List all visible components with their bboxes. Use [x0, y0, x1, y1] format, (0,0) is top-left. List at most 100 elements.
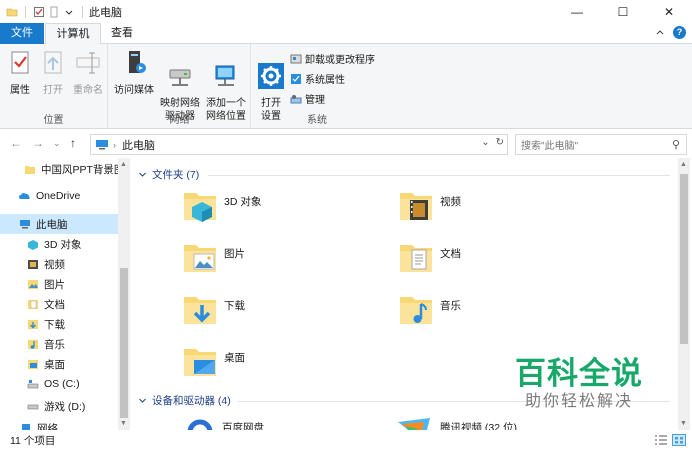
- access-media-button[interactable]: 访问媒体: [113, 48, 155, 97]
- picture-folder-icon: [184, 245, 216, 272]
- desktop-icon: [28, 359, 38, 369]
- window-title: 此电脑: [89, 6, 122, 19]
- tab-computer[interactable]: 计算机: [45, 23, 101, 45]
- nav-item-drive-d[interactable]: 游戏 (D:): [0, 396, 118, 416]
- nav-item-ppt-folder[interactable]: 中国风PPT背景图: [0, 159, 118, 179]
- media-server-icon: [129, 51, 146, 73]
- section-header-label: 设备和驱动器 (4): [152, 395, 231, 407]
- up-arrow-icon[interactable]: ↑: [70, 136, 76, 150]
- section-header-devices[interactable]: 设备和驱动器 (4): [138, 393, 231, 408]
- status-bar: 11 个项目: [0, 430, 692, 450]
- system-properties-label: 系统属性: [305, 75, 345, 86]
- new-folder-icon[interactable]: [48, 6, 60, 18]
- scrollbar-thumb[interactable]: [680, 174, 688, 344]
- maximize-button[interactable]: ☐: [600, 0, 646, 23]
- recent-locations-chevron-icon[interactable]: ⌄: [53, 138, 61, 149]
- ribbon-tabs: 文件 计算机 查看 ?: [0, 23, 692, 45]
- navigation-pane: 中国风PPT背景图 OneDrive 此电脑 3D 对象 视频 图片 文档 下载…: [0, 158, 130, 435]
- properties-button[interactable]: 属性: [4, 48, 36, 97]
- help-icon[interactable]: ?: [673, 26, 686, 39]
- watermark-subtitle: 助你轻松解决: [524, 393, 633, 410]
- system-properties-icon: [291, 73, 301, 84]
- properties-icon[interactable]: [33, 6, 45, 18]
- address-bar[interactable]: › 此电脑 ⌄ ↻: [90, 134, 508, 155]
- nav-item-downloads[interactable]: 下载: [0, 314, 118, 334]
- nav-item-videos[interactable]: 视频: [0, 254, 118, 274]
- nav-item-documents[interactable]: 文档: [0, 294, 118, 314]
- properties-label: 属性: [10, 85, 30, 96]
- scroll-down-arrow-icon[interactable]: ▼: [120, 420, 127, 427]
- window-controls: — ☐ ✕: [554, 0, 692, 23]
- rename-button[interactable]: 重命名: [70, 48, 106, 97]
- video-icon: [28, 259, 38, 269]
- nav-item-drive-c[interactable]: OS (C:): [0, 374, 118, 394]
- folder-item-label: 文档: [440, 248, 461, 260]
- search-icon[interactable]: ⚲: [672, 138, 680, 151]
- dropdown-chevron-icon[interactable]: ⌄: [481, 137, 489, 148]
- baidu-netdisk-icon: [187, 419, 213, 430]
- folder-item-downloads[interactable]: 下载: [182, 292, 245, 340]
- computer-icon: [96, 140, 108, 150]
- scroll-up-arrow-icon[interactable]: ▲: [120, 161, 127, 168]
- section-header-folders[interactable]: 文件夹 (7): [138, 167, 199, 182]
- onedrive-icon: [19, 192, 30, 199]
- desktop-folder-icon: [184, 349, 216, 376]
- watermark-title: 百科全说: [515, 356, 643, 392]
- search-box[interactable]: 搜索"此电脑" ⚲: [515, 134, 687, 155]
- watermark: 百科全说 助你轻松解决: [514, 356, 644, 412]
- minimize-button[interactable]: —: [554, 0, 600, 23]
- ribbon-right-controls: ?: [655, 26, 686, 39]
- scroll-down-arrow-icon[interactable]: ▼: [680, 420, 687, 427]
- manage-button[interactable]: 管理: [290, 91, 325, 106]
- tab-view[interactable]: 查看: [102, 23, 142, 44]
- 3d-objects-icon: [28, 239, 38, 250]
- scroll-up-arrow-icon[interactable]: ▲: [680, 161, 687, 168]
- nav-item-onedrive[interactable]: OneDrive: [0, 186, 118, 206]
- refresh-icon[interactable]: ↻: [496, 137, 504, 148]
- network-drive-icon: [169, 69, 191, 86]
- device-item-baidu-netdisk[interactable]: 百度网盘: [184, 416, 264, 430]
- nav-item-label: 音乐: [44, 338, 65, 351]
- section-divider: [208, 175, 670, 176]
- uninstall-button[interactable]: 卸载或更改程序: [290, 51, 375, 66]
- details-view-icon[interactable]: [654, 434, 668, 446]
- tab-file[interactable]: 文件: [0, 23, 44, 44]
- music-folder-icon: [400, 297, 432, 324]
- close-button[interactable]: ✕: [646, 0, 692, 23]
- network-location-icon: [215, 65, 235, 86]
- document-folder-icon: [400, 245, 432, 272]
- manage-icon: [290, 94, 302, 103]
- nav-item-music[interactable]: 音乐: [0, 334, 118, 354]
- forward-arrow-icon[interactable]: →: [32, 136, 44, 150]
- scrollbar-thumb[interactable]: [120, 268, 128, 418]
- folder-item-3d-objects[interactable]: 3D 对象: [182, 188, 261, 236]
- nav-item-3d-objects[interactable]: 3D 对象: [0, 234, 118, 254]
- nav-item-this-pc[interactable]: 此电脑: [0, 214, 118, 234]
- device-item-tencent-video[interactable]: 腾讯视频 (32 位): [394, 414, 517, 430]
- back-arrow-icon[interactable]: ←: [10, 136, 22, 150]
- chevron-down-icon[interactable]: [63, 6, 75, 18]
- folder-item-videos[interactable]: 视频: [398, 188, 461, 236]
- folder-item-desktop[interactable]: 桌面: [182, 344, 245, 392]
- chevron-right-icon[interactable]: ›: [113, 140, 116, 150]
- folder-item-documents[interactable]: 文档: [398, 240, 461, 288]
- open-button[interactable]: 打开: [38, 48, 68, 97]
- group-network: 访问媒体 映射网络 驱动器 添加一个 网络位置 网络: [109, 44, 251, 129]
- chevron-down-icon[interactable]: [138, 396, 147, 405]
- item-count: 11 个项目: [10, 434, 56, 447]
- chevron-down-icon[interactable]: [138, 170, 147, 179]
- nav-item-label: OS (C:): [44, 378, 80, 390]
- rename-icon: [76, 52, 100, 74]
- document-icon: [28, 299, 38, 309]
- nav-pane-scrollbar[interactable]: ▲ ▼: [118, 158, 130, 430]
- nav-item-desktop[interactable]: 桌面: [0, 354, 118, 374]
- video-folder-icon: [400, 193, 432, 220]
- content-scrollbar[interactable]: ▲ ▼: [678, 158, 690, 430]
- device-item-label: 百度网盘: [222, 422, 264, 430]
- system-properties-button[interactable]: 系统属性: [290, 71, 345, 86]
- nav-item-pictures[interactable]: 图片: [0, 274, 118, 294]
- chevron-up-icon[interactable]: [655, 28, 665, 38]
- folder-item-music[interactable]: 音乐: [398, 292, 461, 340]
- folder-item-pictures[interactable]: 图片: [182, 240, 245, 288]
- large-icons-view-icon[interactable]: [672, 434, 686, 446]
